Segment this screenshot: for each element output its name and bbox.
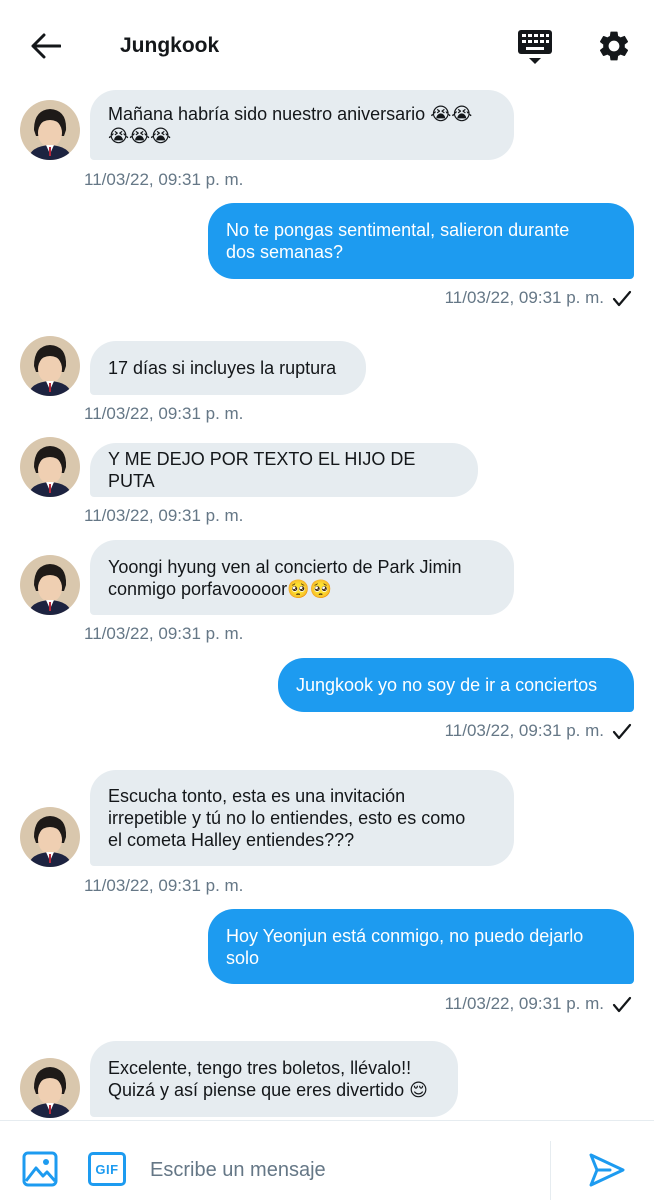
message-bubble-incoming[interactable]: Escucha tonto, esta es una invitación ir… xyxy=(90,770,514,866)
back-button[interactable] xyxy=(28,28,64,64)
arrow-left-icon xyxy=(31,33,61,59)
avatar-photo xyxy=(20,336,80,396)
message-timestamp: 11/03/22, 09:31 p. m. xyxy=(84,506,244,525)
settings-button[interactable] xyxy=(594,26,634,66)
avatar-photo xyxy=(20,1058,80,1118)
avatar[interactable] xyxy=(20,807,80,867)
avatar[interactable] xyxy=(20,437,80,497)
message-bubble-incoming[interactable]: Mañana habría sido nuestro aniversario 😭… xyxy=(90,90,514,160)
avatar[interactable] xyxy=(20,336,80,396)
attach-image-button[interactable] xyxy=(22,1151,58,1187)
avatar[interactable] xyxy=(20,100,80,160)
avatar-photo xyxy=(20,807,80,867)
keyboard-shortcuts-button[interactable] xyxy=(514,26,556,68)
avatar-photo xyxy=(20,437,80,497)
sent-check-icon xyxy=(612,996,632,1013)
sent-check-icon xyxy=(612,290,632,307)
message-bubble-incoming[interactable]: Excelente, tengo tres boletos, llévalo!!… xyxy=(90,1041,458,1117)
message-input[interactable] xyxy=(150,1155,530,1185)
chat-header: Jungkook xyxy=(0,0,654,92)
avatar-photo xyxy=(20,555,80,615)
avatar[interactable] xyxy=(20,1058,80,1118)
send-button[interactable] xyxy=(588,1151,626,1189)
avatar-photo xyxy=(20,100,80,160)
sent-check-icon xyxy=(612,723,632,740)
message-timestamp: 11/03/22, 09:31 p. m. xyxy=(444,994,604,1013)
gif-button[interactable]: GIF xyxy=(88,1152,126,1186)
conversation-title: Jungkook xyxy=(120,34,220,57)
message-bubble-outgoing[interactable]: Jungkook yo no soy de ir a conciertos xyxy=(278,658,634,712)
gear-icon xyxy=(599,31,629,61)
message-bubble-incoming[interactable]: 17 días si incluyes la ruptura xyxy=(90,341,366,395)
message-timestamp: 11/03/22, 09:31 p. m. xyxy=(444,721,604,740)
message-timestamp: 11/03/22, 09:31 p. m. xyxy=(84,876,244,895)
image-icon xyxy=(22,1151,58,1187)
message-composer: GIF xyxy=(0,1120,654,1200)
message-timestamp: 11/03/22, 09:31 p. m. xyxy=(84,624,244,643)
keyboard-icon xyxy=(518,30,552,64)
composer-divider xyxy=(550,1141,551,1200)
message-timestamp: 11/03/22, 09:31 p. m. xyxy=(84,170,244,189)
message-bubble-incoming[interactable]: Yoongi hyung ven al concierto de Park Ji… xyxy=(90,540,514,615)
message-bubble-outgoing[interactable]: Hoy Yeonjun está conmigo, no puedo dejar… xyxy=(208,909,634,984)
message-bubble-incoming[interactable]: Y ME DEJO POR TEXTO EL HIJO DE PUTA xyxy=(90,443,478,497)
send-icon xyxy=(589,1153,625,1187)
message-bubble-outgoing[interactable]: No te pongas sentimental, salieron duran… xyxy=(208,203,634,279)
message-timestamp: 11/03/22, 09:31 p. m. xyxy=(444,288,604,307)
message-timestamp: 11/03/22, 09:31 p. m. xyxy=(84,404,244,423)
avatar[interactable] xyxy=(20,555,80,615)
